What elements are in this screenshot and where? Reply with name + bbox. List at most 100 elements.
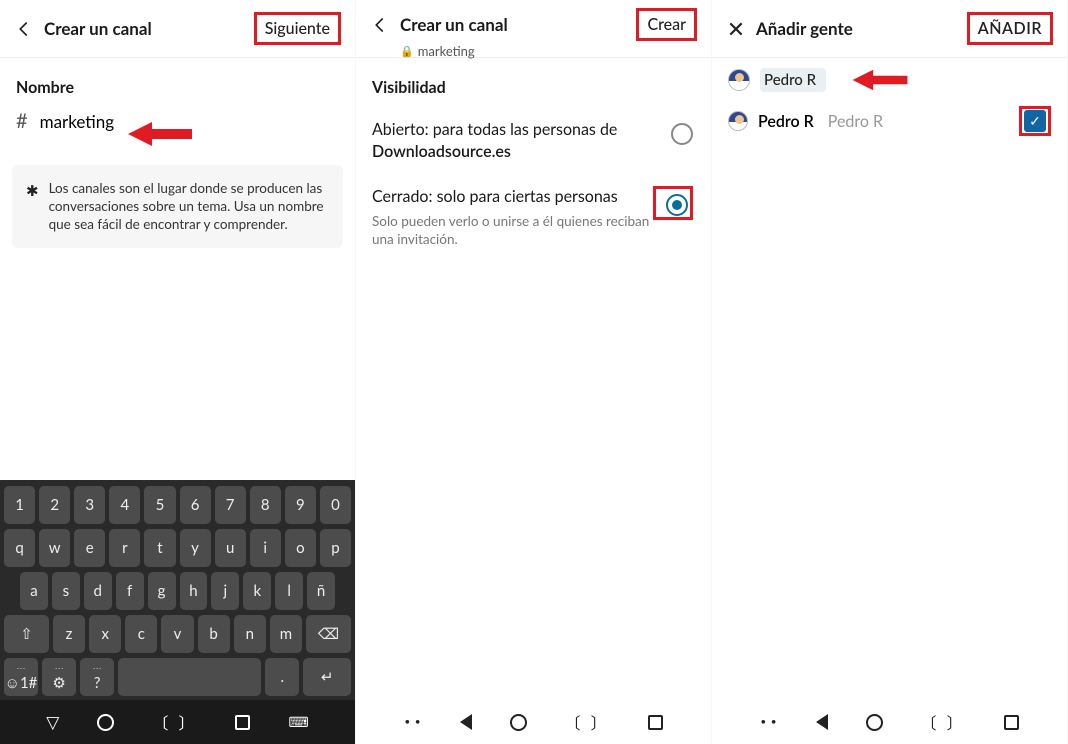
option-closed[interactable]: Cerrado: solo para ciertas personas Solo…: [356, 172, 711, 258]
keyboard-key[interactable]: d: [84, 572, 112, 610]
hash-icon: #: [16, 109, 28, 133]
keyboard-key[interactable]: 4: [109, 486, 140, 524]
nav-home-icon[interactable]: [866, 714, 883, 731]
selected-chips-row: Pedro R: [712, 58, 1067, 92]
keyboard-key[interactable]: c: [125, 615, 157, 653]
keyboard-key[interactable]: ↵: [303, 658, 351, 696]
keyboard-key[interactable]: r: [109, 529, 140, 567]
keyboard-key[interactable]: s: [52, 572, 80, 610]
keyboard-key[interactable]: ⋯?: [80, 658, 114, 696]
create-button[interactable]: Crear: [636, 8, 697, 41]
nav-back-icon[interactable]: [460, 714, 472, 730]
keyboard-key[interactable]: .: [265, 658, 299, 696]
keyboard-key[interactable]: u: [215, 529, 246, 567]
back-icon[interactable]: [10, 20, 38, 38]
nav-home-icon[interactable]: [97, 714, 114, 731]
keyboard-key[interactable]: f: [116, 572, 144, 610]
channel-name-input[interactable]: marketing: [40, 111, 115, 132]
keyboard-key[interactable]: 6: [180, 486, 211, 524]
slack-hash-icon: ✱: [26, 181, 39, 234]
keyboard-key[interactable]: g: [148, 572, 176, 610]
add-button[interactable]: AÑADIR: [967, 12, 1053, 45]
keyboard-key[interactable]: [118, 658, 261, 696]
page-title: Crear un canal: [400, 14, 508, 35]
panel-add-people: ✕ Añadir gente AÑADIR Pedro R Pedro R Pe…: [712, 0, 1068, 744]
avatar: [728, 111, 748, 131]
keyboard-key[interactable]: 0: [320, 486, 351, 524]
keyboard-key[interactable]: ⋯☺1#: [4, 658, 38, 696]
keyboard-key[interactable]: v: [161, 615, 193, 653]
android-nav-bar[interactable]: • • 〔 〕: [356, 700, 711, 744]
header: Crear un canal Siguiente: [0, 0, 355, 58]
keyboard-key[interactable]: m: [270, 615, 302, 653]
info-tip-text: Los canales son el lugar donde se produc…: [49, 179, 329, 234]
panel-create-channel-name: Crear un canal Siguiente Nombre # market…: [0, 0, 356, 744]
android-nav-bar[interactable]: ▽ 〔 〕 ⌨: [0, 700, 355, 744]
keyboard-key[interactable]: 9: [285, 486, 316, 524]
page-title: Añadir gente: [756, 18, 853, 39]
keyboard-key[interactable]: t: [144, 529, 175, 567]
keyboard-key[interactable]: y: [180, 529, 211, 567]
nav-recents-icon[interactable]: 〔 〕: [921, 710, 966, 734]
keyboard-key[interactable]: 3: [74, 486, 105, 524]
keyboard-key[interactable]: ⌫: [306, 615, 351, 653]
keyboard-key[interactable]: n: [234, 615, 266, 653]
keyboard-key[interactable]: 5: [144, 486, 175, 524]
keyboard-key[interactable]: i: [250, 529, 281, 567]
keyboard-key[interactable]: ñ: [307, 572, 335, 610]
nav-overview-icon[interactable]: [1004, 715, 1019, 730]
annotation-arrow: [848, 68, 912, 92]
keyboard-key[interactable]: e: [74, 529, 105, 567]
nav-menu-icon[interactable]: • •: [404, 716, 421, 728]
person-name: Pedro R: [758, 112, 814, 131]
nav-recents-icon[interactable]: 〔 〕: [565, 710, 610, 734]
keyboard-key[interactable]: q: [4, 529, 35, 567]
header: ✕ Añadir gente AÑADIR: [712, 0, 1067, 58]
nav-overview-icon[interactable]: [235, 715, 250, 730]
nav-overview-icon[interactable]: [648, 715, 663, 730]
person-list-item[interactable]: Pedro R Pedro R ✓: [712, 92, 1067, 150]
avatar: [728, 69, 750, 91]
keyboard-key[interactable]: h: [180, 572, 208, 610]
info-tip: ✱ Los canales son el lugar donde se prod…: [12, 165, 343, 248]
radio-closed[interactable]: [666, 194, 688, 216]
keyboard-key[interactable]: z: [53, 615, 85, 653]
section-label-visibility: Visibilidad: [372, 78, 695, 97]
panel-create-channel-visibility: Crear un canal Crear 🔒 marketing Visibil…: [356, 0, 712, 744]
keyboard-key[interactable]: ⇧: [4, 615, 49, 653]
close-icon[interactable]: ✕: [722, 15, 750, 43]
keyboard-key[interactable]: 2: [39, 486, 70, 524]
keyboard-key[interactable]: ⋯⚙: [42, 658, 76, 696]
page-title: Crear un canal: [44, 18, 152, 39]
keyboard-key[interactable]: 7: [215, 486, 246, 524]
annotation-arrow: [128, 120, 192, 148]
keyboard-key[interactable]: a: [20, 572, 48, 610]
nav-home-icon[interactable]: [510, 714, 527, 731]
soft-keyboard[interactable]: 1234567890 qwertyuiop asdfghjklñ ⇧zxcvbn…: [0, 480, 355, 700]
android-nav-bar[interactable]: • • 〔 〕: [712, 700, 1067, 744]
keyboard-key[interactable]: 1: [4, 486, 35, 524]
keyboard-key[interactable]: x: [89, 615, 121, 653]
checkbox-selected[interactable]: ✓: [1024, 110, 1046, 132]
person-chip[interactable]: Pedro R: [760, 68, 826, 92]
keyboard-key[interactable]: k: [243, 572, 271, 610]
nav-recents-icon[interactable]: 〔 〕: [152, 710, 197, 734]
next-button[interactable]: Siguiente: [254, 12, 341, 45]
keyboard-key[interactable]: o: [285, 529, 316, 567]
option-open[interactable]: Abierto: para todas las personas de Down…: [356, 105, 711, 172]
back-icon[interactable]: [366, 16, 394, 34]
nav-back-icon[interactable]: ▽: [46, 711, 59, 733]
nav-keyboard-icon[interactable]: ⌨: [288, 713, 308, 731]
keyboard-key[interactable]: p: [320, 529, 351, 567]
keyboard-key[interactable]: b: [198, 615, 230, 653]
lock-icon: 🔒: [400, 45, 414, 58]
keyboard-key[interactable]: w: [39, 529, 70, 567]
keyboard-key[interactable]: 8: [250, 486, 281, 524]
keyboard-key[interactable]: j: [211, 572, 239, 610]
nav-menu-icon[interactable]: • •: [760, 716, 777, 728]
keyboard-key[interactable]: l: [275, 572, 303, 610]
person-handle: Pedro R: [828, 112, 883, 131]
radio-open[interactable]: [671, 123, 693, 145]
header-subtitle: 🔒 marketing: [400, 43, 697, 59]
nav-back-icon[interactable]: [816, 714, 828, 730]
